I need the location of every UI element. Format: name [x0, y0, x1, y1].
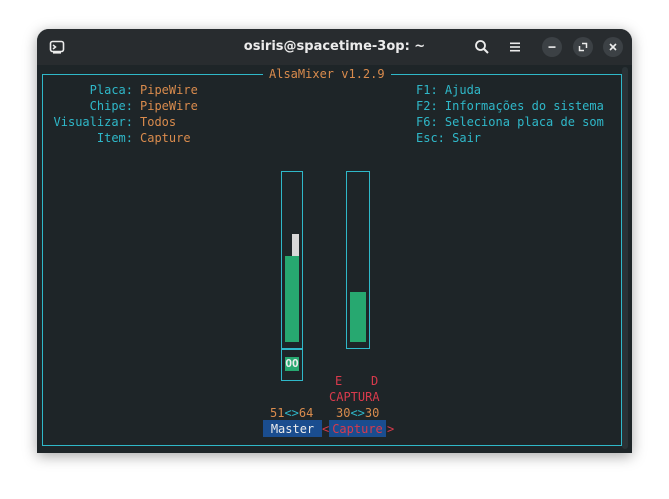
title-bar: osiris@spacetime-3op: ~ [37, 29, 632, 65]
capture-value-sep: <> [350, 406, 365, 420]
master-mute-box[interactable]: OO [281, 349, 303, 381]
master-value-right: 64 [298, 406, 314, 420]
info-value-view: Todos [140, 115, 177, 129]
help-f6: F6: Seleciona placa de som [416, 115, 604, 129]
master-value-left: 51 [270, 406, 285, 420]
capture-values: 30<>30 [336, 406, 379, 420]
capture-value-right: 30 [364, 406, 380, 420]
menu-icon[interactable] [506, 38, 524, 56]
capture-channel-left: E [335, 374, 343, 388]
search-icon[interactable] [473, 38, 491, 56]
info-value-chip: PipeWire [140, 99, 198, 113]
maximize-button[interactable] [573, 37, 593, 57]
capture-channel-right: D [371, 374, 379, 388]
master-name-box[interactable]: Master [263, 420, 322, 437]
master-value-sep: <> [284, 406, 299, 420]
info-value-item: Capture [140, 131, 191, 145]
info-value-card: PipeWire [140, 83, 198, 97]
master-values: 51<>64 [270, 406, 313, 420]
master-peak-indicator [292, 234, 299, 256]
capture-value-left: 30 [336, 406, 351, 420]
capture-switch-label[interactable]: CAPTURA [329, 390, 380, 404]
master-name-label: Master [270, 422, 315, 436]
mixer-title: AlsaMixer v1.2.9 [263, 67, 391, 81]
maximize-icon [578, 42, 588, 52]
capture-name-box[interactable]: Capture [329, 420, 386, 437]
master-mute-indicator: OO [285, 357, 299, 371]
help-esc: Esc: Sair [416, 131, 482, 145]
master-mute-label: OO [285, 357, 299, 370]
info-label-item: Item: [96, 131, 133, 145]
capture-name-label: Capture [332, 422, 383, 436]
capture-arrow-right: > [387, 422, 395, 436]
minimize-icon [548, 46, 556, 48]
scrollbar[interactable] [622, 67, 628, 449]
capture-level-fill [350, 292, 366, 342]
info-label-view: Visualizar: [53, 115, 133, 129]
info-label-chip: Chipe: [89, 99, 133, 113]
help-f2: F2: Informações do sistema [416, 99, 604, 113]
close-icon [609, 43, 617, 51]
minimize-button[interactable] [542, 37, 562, 57]
help-f1: F1: Ajuda [416, 83, 482, 97]
master-level-fill [285, 256, 299, 342]
info-label-card: Placa: [89, 83, 133, 97]
terminal-window: osiris@spacetime-3op: ~ AlsaMixer v1.2.9… [37, 29, 632, 453]
master-volume-bar[interactable] [281, 171, 303, 349]
capture-volume-bar[interactable] [346, 171, 370, 349]
close-button[interactable] [603, 37, 623, 57]
